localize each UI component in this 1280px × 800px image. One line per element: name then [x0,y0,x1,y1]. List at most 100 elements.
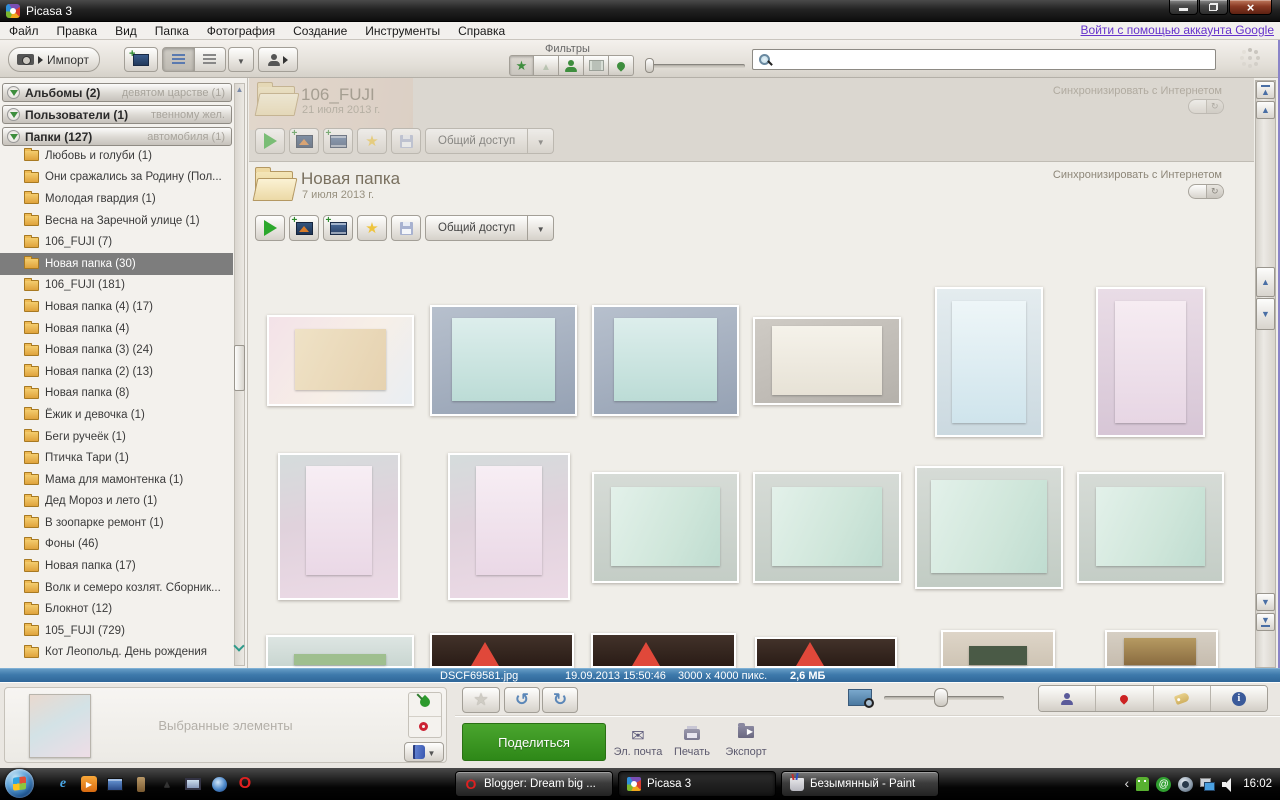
save-button[interactable] [391,128,421,154]
people-albums-button[interactable] [258,47,298,72]
import-button[interactable]: Импорт [8,47,100,72]
star-photo-button[interactable] [462,687,500,713]
sidebar-section-header[interactable]: Альбомы (2) девятом царстве (1) [2,83,232,102]
menu-item[interactable]: Папка [146,22,198,40]
share-button[interactable]: Поделиться [462,723,606,761]
scrollbar-track[interactable] [1255,80,1276,668]
save-button[interactable] [391,215,421,241]
sidebar-item-folder[interactable]: Блокнот (12) [0,598,233,620]
menu-item[interactable]: Вид [106,22,146,40]
sidebar-item-folder[interactable]: Мама для мамонтенка (1) [0,469,233,491]
menu-item[interactable]: Инструменты [356,22,449,40]
card-girl-pink-tall-0[interactable] [1096,287,1205,437]
internet-explorer-icon[interactable]: e [54,775,72,793]
scroll-to-top-button[interactable] [1256,81,1275,99]
filter-geotagged-button[interactable] [609,55,634,76]
opera-icon[interactable]: O [236,775,254,793]
sidebar-item-folder[interactable]: Волк и семеро козлят. Сборник... [0,577,233,599]
star-button[interactable] [357,128,387,154]
card-girl-aqua-1[interactable] [430,305,577,416]
email-button[interactable]: Эл. почта [612,723,664,761]
card-row3-5[interactable] [941,630,1055,668]
card-mint-4[interactable] [1077,472,1224,583]
phone-icon[interactable] [137,776,145,792]
card-row3-6[interactable] [1105,630,1218,668]
media-player-icon[interactable] [81,776,97,792]
rotate-left-button[interactable] [504,687,540,713]
create-collage-button[interactable] [289,128,319,154]
main-scrollbar[interactable] [1255,80,1278,668]
sidebar-item-folder[interactable]: Новая папка (2) (13) [0,361,233,383]
star-button[interactable] [357,215,387,241]
card-row3-1[interactable] [266,635,414,668]
sidebar-item-folder[interactable]: Беги ручеёк (1) [0,426,233,448]
sidebar-item-folder[interactable]: 106_FUJI (181) [0,275,233,297]
card-envelope-pink[interactable] [267,315,414,406]
view-options-dropdown[interactable] [228,47,254,72]
rotate-right-button[interactable] [542,687,578,713]
menu-item[interactable]: Файл [0,22,48,40]
print-button[interactable]: Печать [666,723,718,761]
tray-app-icon[interactable] [1178,776,1194,792]
filter-uploaded-button[interactable] [534,55,559,76]
filter-starred-button[interactable] [509,55,534,76]
volume-icon[interactable] [1222,777,1236,792]
card-girl-aqua-2[interactable] [592,305,739,416]
minimize-button[interactable] [1169,0,1198,15]
sidebar-item-folder[interactable]: Дед Мороз и лето (1) [0,491,233,513]
sidebar-item-folder[interactable]: Кот Леопольд. День рождения [0,642,233,664]
menu-item[interactable]: Создание [284,22,356,40]
sync-toggle[interactable] [1188,184,1224,199]
scroll-down-button[interactable] [1256,593,1275,611]
sync-toggle[interactable] [1188,99,1224,114]
sidebar-item-folder[interactable]: Молодая гвардия (1) [0,188,233,210]
sidebar-item-folder[interactable]: Новая папка (3) (24) [0,339,233,361]
share-dropdown-button[interactable] [528,215,555,241]
sidebar-item-folder[interactable]: Птичка Тари (1) [0,447,233,469]
show-desktop-icon[interactable] [158,775,176,793]
scrollbar-thumb-up[interactable] [1256,267,1275,297]
card-row3-2[interactable] [430,633,574,668]
taskbar-button[interactable]: Picasa 3 [618,771,776,797]
sidebar-item-folder[interactable]: Весна на Заречной улице (1) [0,210,233,232]
scroll-up-button[interactable] [1256,101,1275,119]
card-sailboat[interactable] [935,287,1043,437]
zoom-slider[interactable] [884,688,1004,707]
share-dropdown-button[interactable] [528,128,555,154]
search-input[interactable] [772,51,1215,68]
card-mint-1[interactable] [592,472,739,583]
media-disc-icon[interactable] [211,776,227,792]
display-settings-icon[interactable] [185,778,201,790]
remote-desktop-icon[interactable] [107,777,123,791]
tags-panel-button[interactable] [1152,686,1210,711]
share-access-button[interactable]: Общий доступ [425,128,529,154]
people-panel-button[interactable] [1039,686,1096,711]
sidebar-section-header[interactable]: Пользователи (1) твенному жел. [2,105,232,124]
sidebar-item-folder[interactable]: Новая папка (8) [0,383,233,405]
tree-view-button[interactable] [194,47,226,72]
sidebar-item-folder[interactable]: 106_FUJI (7) [0,231,233,253]
share-access-button[interactable]: Общий доступ [425,215,529,241]
add-to-album-button[interactable] [404,742,444,762]
start-button[interactable] [5,769,34,798]
taskbar-button[interactable]: Безымянный - Paint [781,771,939,797]
card-row3-4[interactable] [755,637,897,668]
sidebar-item-folder[interactable]: Фоны (46) [0,534,233,556]
scroll-to-bottom-button[interactable] [1256,613,1275,631]
card-girl-pink-tall-2[interactable] [448,453,570,600]
filter-faces-button[interactable] [559,55,584,76]
card-envelope-bird[interactable] [753,317,901,405]
clear-selection-button[interactable] [419,722,428,731]
sidebar-section-header[interactable]: Папки (127) автомобиля (1) [2,127,232,146]
scrollbar-thumb[interactable] [234,345,245,391]
taskbar-button[interactable]: Blogger: Dream big ... [455,771,613,797]
title-bar[interactable]: Picasa 3 [0,0,1280,22]
restore-button[interactable] [1199,0,1228,15]
clock[interactable]: 16:02 [1243,778,1278,790]
scroll-up-arrow-icon[interactable] [234,85,245,97]
create-collage-button[interactable] [289,215,319,241]
slideshow-button[interactable] [255,215,285,241]
menu-item[interactable]: Правка [48,22,107,40]
card-girl-pink-tall-1[interactable] [278,453,400,600]
card-row3-3[interactable] [591,633,736,668]
